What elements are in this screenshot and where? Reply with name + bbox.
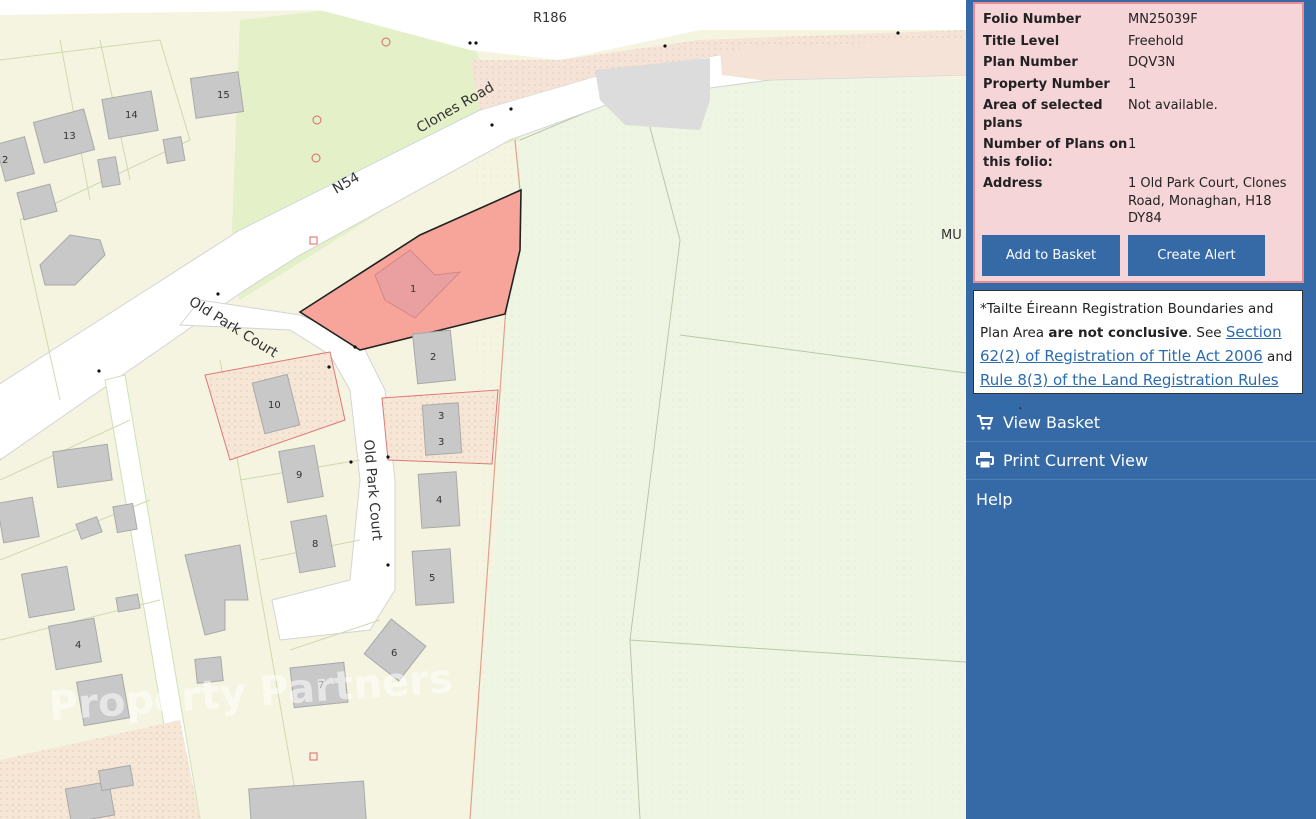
- info-value: 1: [1128, 137, 1137, 152]
- house-number: 5: [429, 573, 435, 584]
- view-basket-label: View Basket: [1003, 412, 1100, 432]
- house-number: 13: [63, 131, 76, 142]
- info-row-area: Area of selected plans Not available.: [983, 97, 1301, 136]
- disclaimer-text: . See: [1187, 325, 1226, 341]
- info-key: Title Level: [983, 33, 1060, 49]
- info-value: 1: [1128, 76, 1137, 92]
- cart-icon: [976, 413, 994, 431]
- info-key: Folio Number: [983, 12, 1081, 27]
- house-number: 2: [2, 155, 8, 166]
- create-alert-button[interactable]: Create Alert: [1128, 235, 1265, 276]
- house-number: 3: [438, 437, 444, 448]
- add-to-basket-button[interactable]: Add to Basket: [982, 235, 1120, 276]
- info-row-title-level: Title Level Freehold: [983, 33, 1301, 55]
- info-value: MN25039F: [1128, 12, 1198, 27]
- disclaimer-bold: are not conclusive: [1048, 325, 1188, 341]
- disclaimer-box: *Tailte Éireann Registration Boundaries …: [973, 290, 1303, 413]
- map-view[interactable]: R186 Clones Road N54 Old Park Court Old …: [0, 0, 966, 819]
- info-key: Property Number: [983, 76, 1110, 92]
- info-value: DQV3N: [1128, 55, 1176, 70]
- info-value: 1 Old Park Court, Clones Road, Monaghan,…: [1128, 176, 1287, 226]
- disclaimer-text: and: [1262, 349, 1293, 365]
- house-number: 14: [125, 110, 138, 121]
- print-current-view-label: Print Current View: [1003, 450, 1149, 470]
- folio-info-card: Folio Number MN25039F Title Level Freehold…: [973, 2, 1304, 283]
- view-basket-menu-item[interactable]: View Basket: [966, 403, 1316, 441]
- info-row-folio-number: Folio Number MN25039F: [983, 11, 1301, 33]
- house-number: 3: [438, 411, 444, 422]
- print-current-view-menu-item[interactable]: Print Current View: [966, 441, 1316, 479]
- info-value: Freehold: [1128, 33, 1184, 49]
- house-number: 10: [268, 400, 281, 411]
- house-number: 6: [391, 648, 397, 659]
- folio-info-table: Folio Number MN25039F Title Level Freehold…: [983, 11, 1301, 232]
- printer-icon: [976, 451, 994, 469]
- help-label: Help: [976, 489, 1013, 509]
- place-label-partial: MU: [941, 228, 962, 243]
- info-row-plan-number: Plan Number DQV3N: [983, 54, 1301, 76]
- house-number: 4: [436, 495, 442, 506]
- info-key: Area of selected plans: [983, 98, 1103, 131]
- help-menu-item[interactable]: Help: [966, 480, 1316, 518]
- info-key: Address: [983, 176, 1043, 191]
- house-number: 15: [217, 90, 230, 101]
- info-value: Not available.: [1128, 98, 1218, 113]
- house-number: 9: [296, 470, 302, 481]
- info-key: Plan Number: [983, 55, 1078, 70]
- house-number: 2: [430, 352, 436, 363]
- info-key: Number of Plans on this folio:: [983, 137, 1128, 170]
- road-label-r186: R186: [533, 11, 567, 26]
- info-row-address: Address 1 Old Park Court, Clones Road, Mo…: [983, 175, 1301, 232]
- info-row-number-of-plans: Number of Plans on this folio: 1: [983, 136, 1301, 175]
- house-number: 1: [410, 284, 416, 295]
- house-number: 4: [75, 640, 81, 651]
- house-number: 8: [312, 539, 318, 550]
- info-row-property-number: Property Number 1: [983, 76, 1301, 98]
